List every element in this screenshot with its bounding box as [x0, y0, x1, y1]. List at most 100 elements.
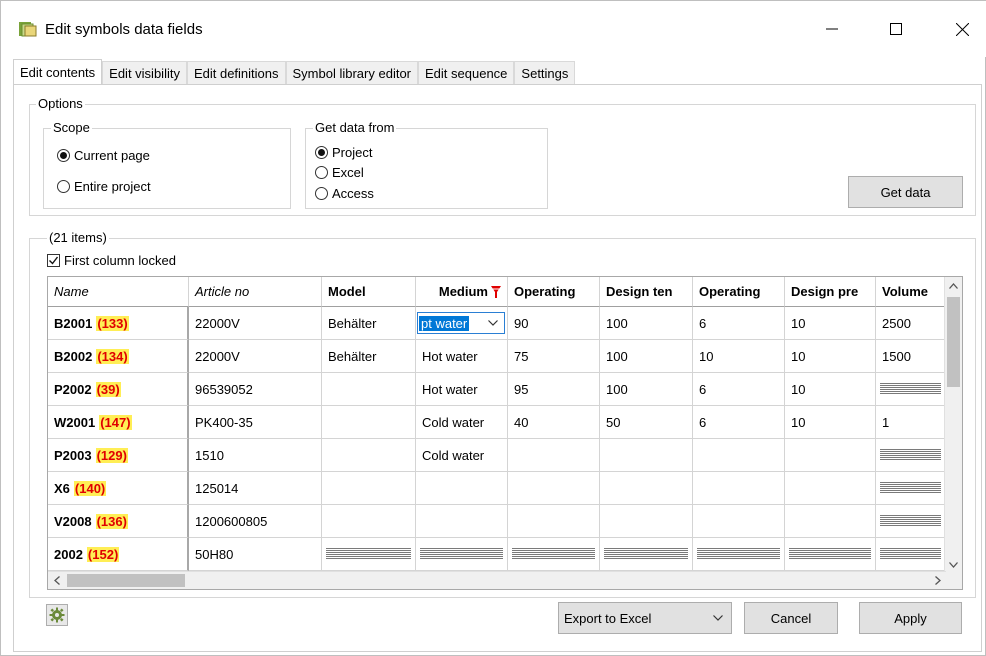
tab-symbol-library-editor[interactable]: Symbol library editor — [285, 61, 419, 85]
cell-name[interactable]: P2003 (129) — [48, 439, 189, 472]
cell-design-pressure[interactable]: 10 — [785, 373, 876, 406]
vertical-scrollbar[interactable] — [944, 277, 962, 573]
cell-design-pressure[interactable] — [785, 538, 876, 571]
scroll-left-arrow[interactable] — [48, 572, 65, 589]
cell-operating-2[interactable] — [693, 538, 785, 571]
cell-design-pressure[interactable]: 10 — [785, 307, 876, 340]
cell-name[interactable]: B2002 (134) — [48, 340, 189, 373]
cell-operating-2[interactable] — [693, 439, 785, 472]
cell-operating-1[interactable] — [508, 538, 600, 571]
cell-operating-2[interactable]: 6 — [693, 406, 785, 439]
cell-model[interactable] — [322, 406, 416, 439]
cell-name[interactable]: 2002 (152) — [48, 538, 189, 571]
radio-entire-project[interactable]: Entire project — [57, 179, 151, 194]
cell-design-temperature[interactable] — [600, 538, 693, 571]
maximize-button[interactable] — [873, 13, 919, 45]
horizontal-scroll-thumb[interactable] — [67, 574, 185, 587]
close-button[interactable] — [939, 13, 985, 45]
cell-article-no[interactable]: PK400-35 — [189, 406, 322, 439]
cell-design-temperature[interactable] — [600, 472, 693, 505]
cell-medium[interactable] — [416, 505, 508, 538]
cell-model[interactable]: Behälter — [322, 307, 416, 340]
cell-design-pressure[interactable] — [785, 439, 876, 472]
cell-design-temperature[interactable]: 100 — [600, 340, 693, 373]
cell-operating-2[interactable]: 6 — [693, 373, 785, 406]
cell-volume[interactable] — [876, 505, 946, 538]
cell-model[interactable] — [322, 505, 416, 538]
medium-editor-combo[interactable]: pt water — [417, 312, 505, 334]
scroll-down-arrow[interactable] — [945, 556, 962, 573]
cell-volume[interactable] — [876, 472, 946, 505]
cell-volume[interactable] — [876, 373, 946, 406]
cell-volume[interactable] — [876, 439, 946, 472]
cell-volume[interactable]: 2500 — [876, 307, 946, 340]
cell-model[interactable] — [322, 373, 416, 406]
cell-operating-1[interactable]: 90 — [508, 307, 600, 340]
tab-edit-contents[interactable]: Edit contents — [13, 59, 103, 85]
cell-name[interactable]: B2001 (133) — [48, 307, 189, 340]
cell-model[interactable] — [322, 538, 416, 571]
export-dropdown[interactable]: Export to Excel — [558, 602, 732, 634]
horizontal-scrollbar[interactable] — [48, 571, 946, 589]
column-header-model[interactable]: Model — [322, 277, 416, 307]
cell-medium[interactable]: Hot water — [416, 373, 508, 406]
cell-model[interactable] — [322, 439, 416, 472]
column-header-name[interactable]: Name — [48, 277, 189, 307]
cell-design-temperature[interactable]: 100 — [600, 373, 693, 406]
scroll-up-arrow[interactable] — [945, 277, 962, 294]
cell-medium[interactable]: Cold water — [416, 439, 508, 472]
cell-article-no[interactable]: 125014 — [189, 472, 322, 505]
column-header-operating-1[interactable]: Operating — [508, 277, 600, 307]
cell-operating-1[interactable]: 95 — [508, 373, 600, 406]
cell-operating-1[interactable] — [508, 439, 600, 472]
column-header-volume[interactable]: Volume — [876, 277, 946, 307]
cell-name[interactable]: X6 (140) — [48, 472, 189, 505]
radio-access[interactable]: Access — [315, 186, 374, 201]
vertical-scroll-thumb[interactable] — [947, 297, 960, 387]
cell-operating-1[interactable] — [508, 472, 600, 505]
column-header-design-temperature[interactable]: Design ten — [600, 277, 693, 307]
settings-button[interactable] — [46, 604, 68, 626]
cell-name[interactable]: P2002 (39) — [48, 373, 189, 406]
cell-operating-2[interactable] — [693, 472, 785, 505]
cell-design-temperature[interactable] — [600, 439, 693, 472]
get-data-button[interactable]: Get data — [848, 176, 963, 208]
cell-medium[interactable]: Cold water — [416, 406, 508, 439]
cell-name[interactable]: W2001 (147) — [48, 406, 189, 439]
cell-volume[interactable] — [876, 538, 946, 571]
cell-design-pressure[interactable]: 10 — [785, 406, 876, 439]
cell-design-temperature[interactable]: 50 — [600, 406, 693, 439]
cell-design-temperature[interactable]: 100 — [600, 307, 693, 340]
cell-medium[interactable]: Hot water — [416, 340, 508, 373]
tab-edit-definitions[interactable]: Edit definitions — [186, 61, 286, 85]
radio-excel[interactable]: Excel — [315, 165, 364, 180]
tab-edit-visibility[interactable]: Edit visibility — [102, 61, 187, 85]
cell-design-pressure[interactable] — [785, 505, 876, 538]
apply-button[interactable]: Apply — [859, 602, 962, 634]
cell-design-temperature[interactable] — [600, 505, 693, 538]
cell-article-no[interactable]: 1510 — [189, 439, 322, 472]
cell-operating-1[interactable]: 40 — [508, 406, 600, 439]
minimize-button[interactable] — [809, 13, 855, 45]
cell-model[interactable]: Behälter — [322, 340, 416, 373]
cell-article-no[interactable]: 1200600805 — [189, 505, 322, 538]
cell-operating-2[interactable] — [693, 505, 785, 538]
cell-medium[interactable]: pt water — [416, 307, 508, 340]
cell-volume[interactable]: 1500 — [876, 340, 946, 373]
column-header-design-pressure[interactable]: Design pre — [785, 277, 876, 307]
tab-edit-sequence[interactable]: Edit sequence — [418, 61, 515, 85]
radio-current-page[interactable]: Current page — [57, 148, 150, 163]
cell-operating-1[interactable]: 75 — [508, 340, 600, 373]
column-header-article-no[interactable]: Article no — [189, 277, 322, 307]
tab-settings[interactable]: Settings — [514, 61, 576, 85]
cell-volume[interactable]: 1 — [876, 406, 946, 439]
cell-model[interactable] — [322, 472, 416, 505]
cell-article-no[interactable]: 96539052 — [189, 373, 322, 406]
cell-operating-2[interactable]: 6 — [693, 307, 785, 340]
cell-article-no[interactable]: 22000V — [189, 307, 322, 340]
radio-project[interactable]: Project — [315, 145, 372, 160]
cell-medium[interactable] — [416, 472, 508, 505]
cell-name[interactable]: V2008 (136) — [48, 505, 189, 538]
cell-article-no[interactable]: 22000V — [189, 340, 322, 373]
cell-medium[interactable] — [416, 538, 508, 571]
